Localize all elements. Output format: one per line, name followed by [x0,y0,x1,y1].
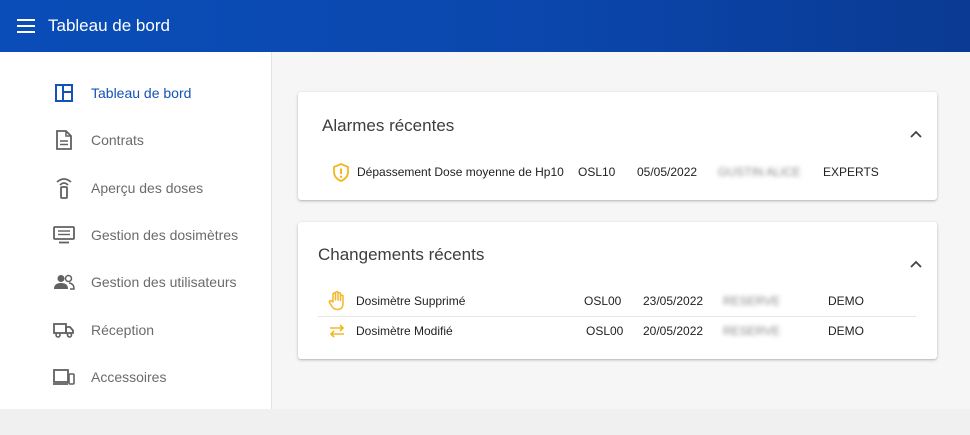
event-date: 05/05/2022 [637,165,698,179]
sidebar-item-users[interactable]: Gestion des utilisateurs [0,262,271,302]
dashboard-icon [52,81,76,105]
sidebar-item-reception[interactable]: Réception [0,310,271,350]
users-icon [52,270,76,294]
sidebar-item-label: Gestion des utilisateurs [91,274,237,290]
user-name: RESERVE [723,324,781,338]
card-title: Changements récents [318,245,485,264]
recent-alarms-card: Alarmes récentes Dépassement Dose moyenn… [298,92,937,200]
chevron-up-icon [910,260,922,268]
event-label: Dépassement Dose moyenne de Hp10 [357,165,564,179]
top-app-bar: Tableau de bord [0,0,970,52]
sidebar-item-label: Gestion des dosimètres [91,227,239,243]
event-label: Dosimètre Supprimé [356,294,466,308]
page-footer-area [0,409,970,435]
hamburger-menu-icon [17,19,35,33]
sidebar-item-dashboard[interactable]: Tableau de bord [0,73,271,113]
menu-button[interactable] [4,0,48,52]
user-name: RESERVE [723,294,781,308]
monitor-icon [52,223,76,247]
sidebar-item-label: Réception [91,322,155,338]
user-name: GUSTIN ALICE [718,165,801,179]
sidebar-item-dosimeters[interactable]: Gestion des dosimètres [0,215,271,255]
collapse-button[interactable] [906,254,926,274]
document-icon [52,128,76,152]
group-name: EXPERTS [823,165,879,179]
group-name: DEMO [828,324,864,338]
sidebar-item-label: Accessoires [91,369,167,385]
page-title: Tableau de bord [48,16,170,35]
devices-icon [52,365,76,389]
table-row[interactable]: Dépassement Dose moyenne de Hp10 OSL10 0… [328,158,918,186]
sidebar-item-contracts[interactable]: Contrats [0,120,271,160]
recent-changes-card: Changements récents Dosimètre Supprimé O… [298,222,937,359]
dosimeter-code: OSL10 [578,165,616,179]
hand-stop-icon [326,290,348,312]
shield-alert-icon [330,161,352,183]
sidebar: Tableau de bord Contrats Aperçu des dose… [0,52,272,409]
table-row[interactable]: Dosimètre Modifié OSL00 20/05/2022 RESER… [326,317,916,345]
collapse-button[interactable] [906,124,926,144]
truck-icon [52,318,76,342]
table-row[interactable]: Dosimètre Supprimé OSL00 23/05/2022 RESE… [326,287,916,315]
event-date: 23/05/2022 [643,294,704,308]
group-name: DEMO [828,294,864,308]
event-date: 20/05/2022 [643,324,704,338]
dosimeter-code: OSL00 [584,294,622,308]
dosimeter-icon [52,176,76,200]
event-label: Dosimètre Modifié [356,324,453,338]
sidebar-item-dose-overview[interactable]: Aperçu des doses [0,168,271,208]
sidebar-item-label: Tableau de bord [91,85,192,101]
sidebar-item-label: Contrats [91,132,144,148]
sidebar-item-label: Aperçu des doses [91,180,204,196]
card-title: Alarmes récentes [322,116,455,135]
swap-arrows-icon [326,320,348,342]
dosimeter-code: OSL00 [586,324,624,338]
chevron-up-icon [910,130,922,138]
sidebar-item-accessories[interactable]: Accessoires [0,357,271,397]
